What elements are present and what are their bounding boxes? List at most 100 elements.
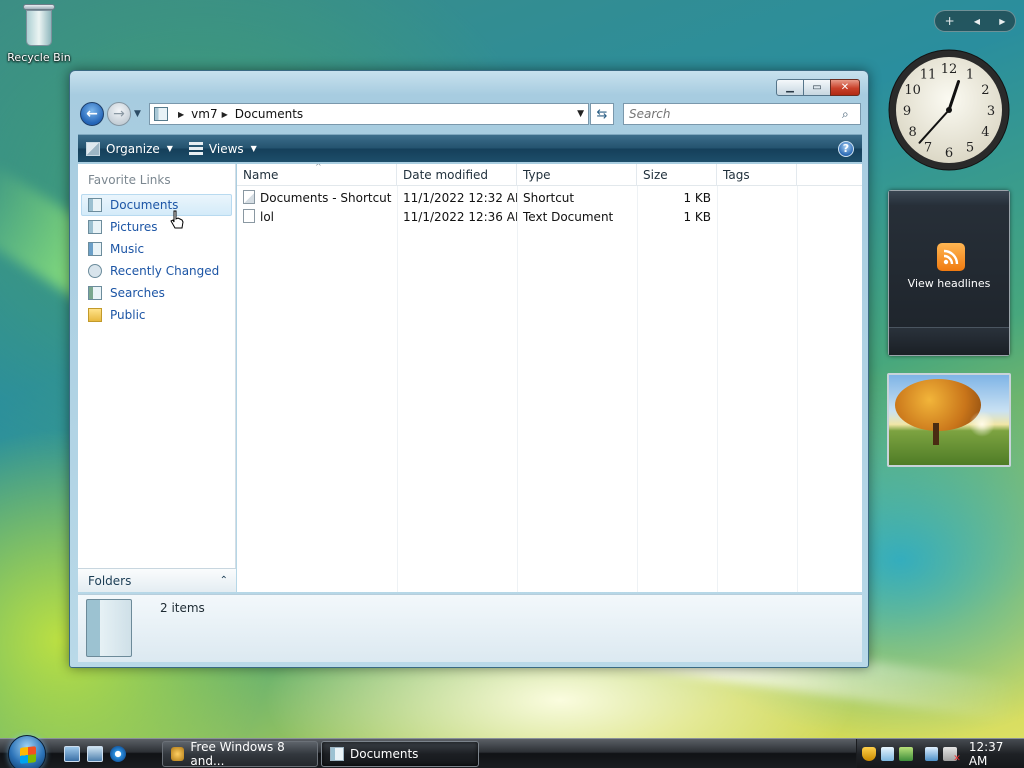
clock-numeral: 9 xyxy=(903,104,911,119)
desktop-icon-label: Recycle Bin xyxy=(7,51,71,64)
favorite-links-heading: Favorite Links xyxy=(88,173,171,187)
file-type: Text Document xyxy=(523,209,614,224)
clock-numeral: 3 xyxy=(987,104,995,119)
back-button[interactable]: ← xyxy=(80,102,104,126)
navigation-pane: Favorite Links Documents Pictures Music … xyxy=(78,164,236,592)
pictures-icon xyxy=(88,220,102,234)
views-button[interactable]: Views ▼ xyxy=(181,135,265,162)
taskbar-button-documents[interactable]: Documents xyxy=(321,741,479,767)
searches-icon xyxy=(88,286,102,300)
clock-numeral: 1 xyxy=(966,68,974,83)
favorite-link-label: Documents xyxy=(110,198,179,212)
file-type: Shortcut xyxy=(523,190,575,205)
table-row[interactable]: Documents - Shortcut 11/1/2022 12:32 AM … xyxy=(237,188,862,207)
system-tray: 12:37 AM xyxy=(856,739,1024,768)
favorite-link-label: Recently Changed xyxy=(110,264,220,278)
file-name-cell: lol xyxy=(237,209,397,224)
quick-launch xyxy=(64,746,133,762)
maximize-button[interactable]: ▭ xyxy=(803,79,831,96)
breadcrumb-arrow-icon[interactable]: ▶ xyxy=(178,110,184,119)
column-header-date[interactable]: Date modified xyxy=(397,164,517,186)
chevron-down-icon: ▼ xyxy=(166,144,173,153)
slideshow-gadget[interactable] xyxy=(887,373,1011,467)
favorite-link-recently-changed[interactable]: Recently Changed xyxy=(81,260,232,282)
favorite-link-documents[interactable]: Documents xyxy=(81,194,232,216)
clock-numeral: 2 xyxy=(981,83,989,98)
favorite-link-public[interactable]: Public xyxy=(81,304,232,326)
favorite-link-searches[interactable]: Searches xyxy=(81,282,232,304)
sort-ascending-icon: ^ xyxy=(315,164,322,171)
network-icon[interactable] xyxy=(924,747,939,761)
details-pane: 2 items xyxy=(78,594,862,662)
clock-gadget[interactable]: 12 12 3 45678 9 1011 xyxy=(887,48,1011,172)
address-bar[interactable]: ▶ vm7 ▶ Documents ▼ xyxy=(149,103,589,125)
security-shield-icon[interactable] xyxy=(862,747,876,761)
file-name-cell: Documents - Shortcut xyxy=(237,190,397,205)
refresh-button[interactable]: ⇆ xyxy=(590,103,614,125)
desktop-icon-recycle-bin[interactable]: Recycle Bin xyxy=(6,2,72,64)
clock-numeral: 6 xyxy=(945,146,953,161)
volume-muted-icon[interactable] xyxy=(943,747,960,764)
favorite-link-label: Music xyxy=(110,242,145,256)
search-icon[interactable]: ⌕ xyxy=(842,107,860,122)
file-size: 1 KB xyxy=(683,209,711,224)
next-gadget-button[interactable]: ▶ xyxy=(999,17,1005,26)
minimize-button[interactable]: ▁ xyxy=(776,79,804,96)
start-button[interactable] xyxy=(8,735,46,768)
column-headers: ^ Name Date modified Type Size Tags xyxy=(237,164,862,186)
favorite-link-pictures[interactable]: Pictures xyxy=(81,216,232,238)
taskbar-button-label: Documents xyxy=(350,747,419,761)
search-input[interactable] xyxy=(624,107,842,121)
favorite-link-music[interactable]: Music xyxy=(81,238,232,260)
forward-button[interactable]: → xyxy=(107,102,131,126)
show-desktop-icon[interactable] xyxy=(64,746,80,762)
column-header-type[interactable]: Type xyxy=(517,164,637,186)
add-gadget-button[interactable]: + xyxy=(945,14,955,28)
favorite-link-label: Searches xyxy=(110,286,165,300)
clock-numeral: 12 xyxy=(941,62,958,77)
taskbar: Free Windows 8 and... Documents 12:37 AM xyxy=(0,735,1024,768)
organize-icon xyxy=(86,141,100,156)
switch-windows-icon[interactable] xyxy=(87,746,103,762)
file-size: 1 KB xyxy=(683,190,711,205)
clock-numeral: 7 xyxy=(924,140,932,155)
help-icon[interactable]: ? xyxy=(838,140,854,157)
file-date: 11/1/2022 12:36 AM xyxy=(403,209,517,224)
search-box[interactable]: ⌕ xyxy=(623,103,861,125)
item-count: 2 items xyxy=(160,601,205,615)
organize-button[interactable]: Organize ▼ xyxy=(78,135,181,162)
breadcrumb-item[interactable]: vm7 xyxy=(191,107,217,121)
folders-label: Folders xyxy=(88,573,132,588)
table-row[interactable]: lol 11/1/2022 12:36 AM Text Document 1 K… xyxy=(237,207,862,226)
taskbar-clock[interactable]: 12:37 AM xyxy=(969,740,1024,768)
favorite-link-label: Pictures xyxy=(110,220,158,234)
navigation-bar: ← → ▼ ▶ vm7 ▶ Documents ▼ ⇆ ⌕ xyxy=(78,101,862,127)
address-dropdown-icon[interactable]: ▼ xyxy=(577,109,584,119)
feed-headlines-gadget[interactable]: View headlines xyxy=(888,190,1010,356)
column-gridlines xyxy=(237,186,862,592)
music-icon xyxy=(88,242,102,256)
breadcrumb-arrow-icon[interactable]: ▶ xyxy=(222,110,228,119)
view-headlines-label: View headlines xyxy=(907,277,991,290)
internet-explorer-icon[interactable] xyxy=(110,746,126,762)
column-header-tags[interactable]: Tags xyxy=(717,164,797,186)
column-header-name[interactable]: ^ Name xyxy=(237,164,397,186)
text-document-icon xyxy=(243,209,255,223)
explorer-window: ▁ ▭ ✕ ← → ▼ ▶ vm7 ▶ Documents ▼ ⇆ ⌕ Orga… xyxy=(69,70,869,668)
breadcrumb-item[interactable]: Documents xyxy=(235,107,303,121)
clock-numeral: 5 xyxy=(966,140,974,155)
tray-icon[interactable] xyxy=(899,747,913,761)
tray-icon[interactable] xyxy=(880,747,895,761)
rss-icon xyxy=(937,243,965,271)
clock-numeral: 11 xyxy=(920,68,937,83)
windows-logo-icon xyxy=(20,746,36,764)
close-button[interactable]: ✕ xyxy=(830,79,860,96)
taskbar-button-free-windows[interactable]: Free Windows 8 and... xyxy=(162,740,318,768)
recently-changed-icon xyxy=(88,264,102,278)
previous-gadget-button[interactable]: ◀ xyxy=(974,17,980,26)
folders-toggle[interactable]: Folders ⌃ xyxy=(78,568,236,592)
recent-pages-dropdown[interactable]: ▼ xyxy=(134,109,141,119)
hand-cursor-icon xyxy=(170,210,184,229)
column-header-size[interactable]: Size xyxy=(637,164,717,186)
recycle-bin-icon xyxy=(21,2,57,48)
